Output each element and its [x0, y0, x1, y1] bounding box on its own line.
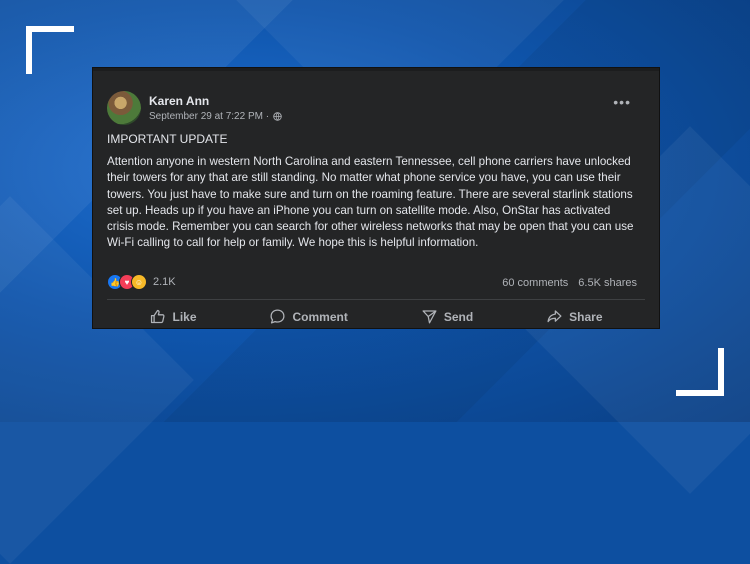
more-options-icon[interactable]: ••• [613, 95, 631, 109]
reactions-summary[interactable]: 👍 ♥ ☺ 2.1K [107, 274, 176, 290]
comment-icon [270, 309, 285, 324]
corner-bracket-top-left [26, 26, 74, 74]
like-icon [151, 309, 166, 324]
post-timestamp[interactable]: September 29 at 7:22 PM · [149, 111, 269, 122]
like-label: Like [172, 309, 197, 324]
post-body: Attention anyone in western North Caroli… [107, 155, 634, 250]
facebook-post: Karen Ann September 29 at 7:22 PM · ••• … [93, 68, 659, 328]
post-actions: Like Comment Send Share [93, 308, 659, 325]
globe-icon [273, 112, 282, 121]
author-name[interactable]: Karen Ann [149, 94, 209, 108]
share-button[interactable]: Share [546, 308, 603, 325]
corner-bracket-bottom-right [676, 348, 724, 396]
care-reaction-icon: ☺ [131, 274, 147, 290]
send-label: Send [443, 309, 474, 324]
comment-count[interactable]: 60 comments [502, 277, 568, 289]
post-stats: 60 comments 6.5K shares [502, 277, 637, 289]
reaction-count: 2.1K [153, 276, 176, 288]
divider [107, 299, 645, 300]
share-count[interactable]: 6.5K shares [578, 277, 637, 289]
send-button[interactable]: Send [421, 308, 473, 325]
comment-button[interactable]: Comment [269, 308, 348, 325]
share-label: Share [569, 309, 603, 324]
post-meta: September 29 at 7:22 PM · [149, 111, 282, 122]
send-icon [422, 310, 437, 324]
post-headline: IMPORTANT UPDATE [107, 132, 228, 146]
share-icon [547, 310, 562, 323]
post-top-strip [93, 68, 659, 71]
like-button[interactable]: Like [149, 308, 197, 325]
avatar[interactable] [107, 91, 141, 125]
comment-label: Comment [292, 309, 348, 324]
